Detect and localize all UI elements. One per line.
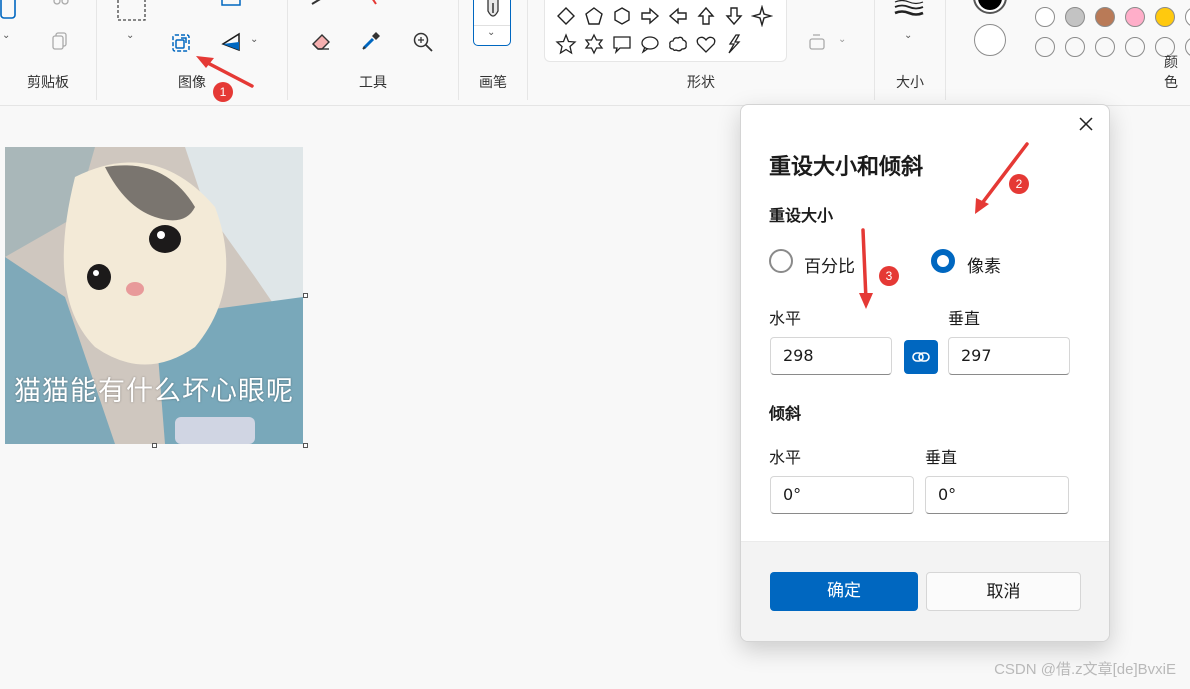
palette-color-white[interactable] [1035, 7, 1055, 27]
resize-skew-icon[interactable] [172, 34, 190, 52]
eraser-icon[interactable] [310, 30, 332, 52]
size-chevron-icon[interactable]: ⌄ [904, 30, 912, 41]
palette-color-brown[interactable] [1095, 7, 1115, 27]
rotate-chevron-icon[interactable]: ⌄ [250, 34, 258, 45]
resize-handle-bottom[interactable] [152, 443, 157, 448]
size-group-label: 大小 [896, 75, 924, 91]
annotation-badge-3: 3 [879, 266, 899, 286]
dialog-title: 重设大小和倾斜 [769, 155, 924, 180]
size-group: ⌄ 大小 [875, 0, 945, 106]
line-size-icon[interactable] [893, 0, 925, 16]
palette-empty-slot[interactable] [1065, 37, 1085, 57]
dialog-footer: 确定 取消 [741, 541, 1109, 641]
select-chevron-icon[interactable]: ⌄ [126, 30, 134, 41]
skew-vertical-label: 垂直 [925, 448, 958, 467]
percent-radio[interactable] [769, 249, 793, 273]
ribbon-toolbar: ⌄ 剪贴板 ⌄ ⌄ 图像 工具 ⌄ 画笔 ⌄ 形状 ⌄ 大小 颜色 [0, 0, 1190, 106]
pixels-radio[interactable] [931, 249, 955, 273]
colors-group: 颜色 [946, 0, 1190, 106]
copy-icon[interactable] [52, 32, 68, 50]
palette-color-partial[interactable] [1185, 7, 1190, 27]
skew-section-heading: 倾斜 [769, 404, 802, 423]
resize-section-heading: 重设大小 [769, 206, 834, 225]
clipboard-group: ⌄ 剪贴板 [0, 0, 96, 106]
brushes-group: ⌄ 画笔 [459, 0, 527, 106]
primary-color-fill [978, 0, 1002, 10]
resize-handle-corner[interactable] [303, 443, 308, 448]
resize-skew-dialog: 重设大小和倾斜 重设大小 百分比 像素 水平 垂直 298 297 倾斜 水平 … [740, 104, 1110, 642]
cut-icon[interactable] [52, 0, 70, 6]
clipboard-group-label: 剪贴板 [27, 75, 69, 91]
brush-chevron-icon: ⌄ [487, 27, 496, 38]
pixels-radio-label[interactable]: 像素 [967, 252, 1001, 277]
magnifier-icon[interactable] [412, 31, 434, 53]
link-icon [912, 352, 930, 362]
percent-radio-label[interactable]: 百分比 [804, 252, 855, 277]
brushes-group-label: 画笔 [479, 75, 507, 91]
skew-horizontal-input[interactable]: 0° [770, 476, 914, 514]
primary-color-swatch[interactable] [973, 0, 1007, 14]
brush-selector[interactable]: ⌄ [473, 0, 511, 46]
cancel-button[interactable]: 取消 [926, 572, 1081, 611]
palette-color-gold[interactable] [1155, 7, 1175, 27]
pencil-icon[interactable] [310, 0, 330, 6]
shapes-group: 形状 [528, 0, 874, 106]
crop-icon[interactable] [221, 0, 241, 6]
rotate-icon[interactable] [221, 32, 241, 52]
skew-horizontal-label: 水平 [769, 448, 802, 467]
image-group-label: 图像 [178, 75, 206, 91]
watermark: CSDN @借.z文章[de]BvxiE [994, 661, 1176, 678]
paste-icon[interactable] [0, 0, 18, 20]
close-icon[interactable] [1077, 115, 1095, 133]
select-icon[interactable] [117, 0, 147, 22]
resize-horizontal-input[interactable]: 298 [770, 337, 892, 375]
maintain-aspect-ratio-button[interactable] [904, 340, 938, 374]
annotation-badge-1: 1 [213, 82, 233, 102]
tools-group: 工具 [288, 0, 458, 106]
brush-icon [487, 0, 499, 17]
secondary-color-swatch[interactable] [974, 24, 1006, 56]
shapes-group-label: 形状 [687, 75, 715, 91]
palette-color-gray[interactable] [1065, 7, 1085, 27]
fill-icon[interactable] [368, 0, 380, 6]
paste-chevron-icon[interactable]: ⌄ [2, 30, 10, 41]
meme-caption: 猫猫能有什么坏心眼呢 [14, 376, 294, 407]
annotation-badge-2: 2 [1009, 174, 1029, 194]
resize-vertical-label: 垂直 [948, 309, 981, 328]
image-group: ⌄ ⌄ 图像 [97, 0, 287, 106]
colors-group-label: 颜色 [1164, 55, 1178, 91]
palette-empty-slot[interactable] [1035, 37, 1055, 57]
ok-button[interactable]: 确定 [770, 572, 918, 611]
resize-handle-right[interactable] [303, 293, 308, 298]
color-picker-icon[interactable] [360, 30, 382, 52]
palette-empty-slot[interactable] [1125, 37, 1145, 57]
palette-empty-slot[interactable] [1095, 37, 1115, 57]
tools-group-label: 工具 [359, 75, 387, 91]
skew-vertical-input[interactable]: 0° [925, 476, 1069, 514]
resize-horizontal-label: 水平 [769, 309, 802, 328]
resize-vertical-input[interactable]: 297 [948, 337, 1070, 375]
palette-color-pink[interactable] [1125, 7, 1145, 27]
canvas-image[interactable]: 猫猫能有什么坏心眼呢 [5, 147, 303, 444]
